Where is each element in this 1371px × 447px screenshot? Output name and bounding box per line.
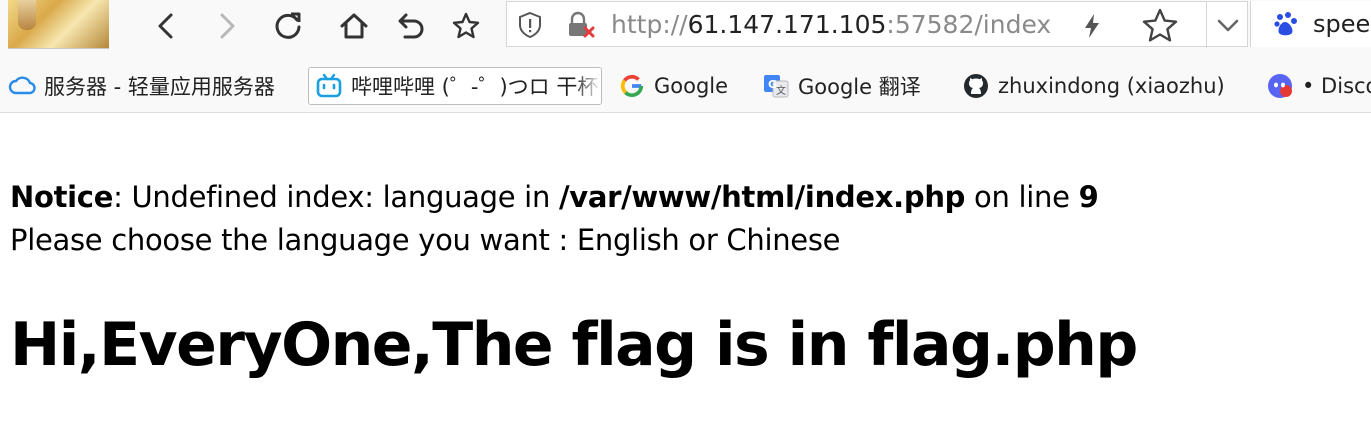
favorites-button[interactable] (446, 6, 486, 46)
bookmark-label: zhuxindong (xiaozhu) (998, 74, 1225, 98)
star-icon (452, 12, 480, 39)
php-notice: Notice: Undefined index: language in /va… (10, 176, 1360, 219)
lightning-icon[interactable] (1080, 12, 1104, 40)
shield-icon[interactable] (515, 10, 545, 40)
google-translate-icon: G文 (762, 72, 790, 100)
divider (1206, 2, 1207, 48)
bookmark-github[interactable]: zhuxindong (xiaozhu) (962, 67, 1250, 105)
bookmark-star-icon[interactable] (1140, 6, 1180, 46)
profile-avatar[interactable] (8, 0, 109, 49)
browser-toolbar: http://61.147.171.105:57582/index speed (0, 0, 1371, 62)
google-icon (618, 72, 646, 100)
bookmark-label: 哔哩哔哩 (゜-゜)つロ 干杯 (351, 75, 599, 99)
notice-file-path: /var/www/html/index.php (558, 180, 966, 214)
page-content: Notice: Undefined index: language in /va… (10, 176, 1360, 262)
bookmark-google[interactable]: Google (618, 67, 748, 105)
chevron-down-icon[interactable] (1213, 10, 1243, 40)
reload-button[interactable] (268, 6, 308, 46)
url-path: :57582/index (886, 10, 1052, 39)
forward-button[interactable] (206, 6, 246, 46)
baidu-paw-icon (1274, 12, 1297, 36)
search-box[interactable]: speed (1250, 1, 1371, 47)
bookmark-label: Google 翻译 (798, 75, 921, 99)
notice-label: Notice (10, 180, 114, 214)
page-heading: Hi,EveryOne,The flag is in flag.php (10, 310, 1138, 380)
bookmark-bilibili[interactable]: 哔哩哔哩 (゜-゜)つロ 干杯 (308, 67, 602, 105)
bookmark-label: Google (654, 74, 729, 98)
undo-icon (398, 13, 424, 39)
home-icon (340, 13, 368, 39)
bookmarks-bar: 服务器 - 轻量应用服务器 哔哩哔哩 (゜-゜)つロ 干杯 Google G文 … (0, 62, 1371, 113)
bilibili-icon (315, 72, 343, 100)
undo-button[interactable] (391, 6, 431, 46)
chevron-left-icon (158, 13, 173, 39)
reload-icon (275, 12, 301, 39)
back-button[interactable] (147, 6, 187, 46)
bookmark-server[interactable]: 服务器 - 轻量应用服务器 (8, 67, 298, 105)
insecure-lock-icon[interactable] (563, 10, 597, 40)
cloud-icon (8, 72, 36, 100)
chevron-right-icon (220, 13, 235, 39)
url-text[interactable]: http://61.147.171.105:57582/index (611, 6, 1063, 44)
bookmark-discord[interactable]: • Discord (1266, 67, 1371, 105)
svg-text:文: 文 (776, 84, 786, 97)
home-button[interactable] (334, 6, 374, 46)
notice-message: : Undefined index: language in (113, 180, 559, 214)
url-host: 61.147.171.105 (687, 10, 887, 39)
url-scheme: http:// (611, 10, 688, 39)
search-text: speed (1313, 10, 1371, 38)
github-icon (962, 72, 990, 100)
notice-line-number: 9 (1078, 180, 1099, 214)
address-bar[interactable]: http://61.147.171.105:57582/index (506, 1, 1248, 48)
bookmark-google-translate[interactable]: G文 Google 翻译 (762, 67, 952, 105)
bookmark-label: • Discord (1302, 74, 1371, 98)
language-prompt: Please choose the language you want : En… (10, 223, 841, 257)
notice-on-line: on line (965, 180, 1079, 214)
bookmark-label: 服务器 - 轻量应用服务器 (44, 75, 275, 99)
discord-icon (1266, 72, 1294, 100)
